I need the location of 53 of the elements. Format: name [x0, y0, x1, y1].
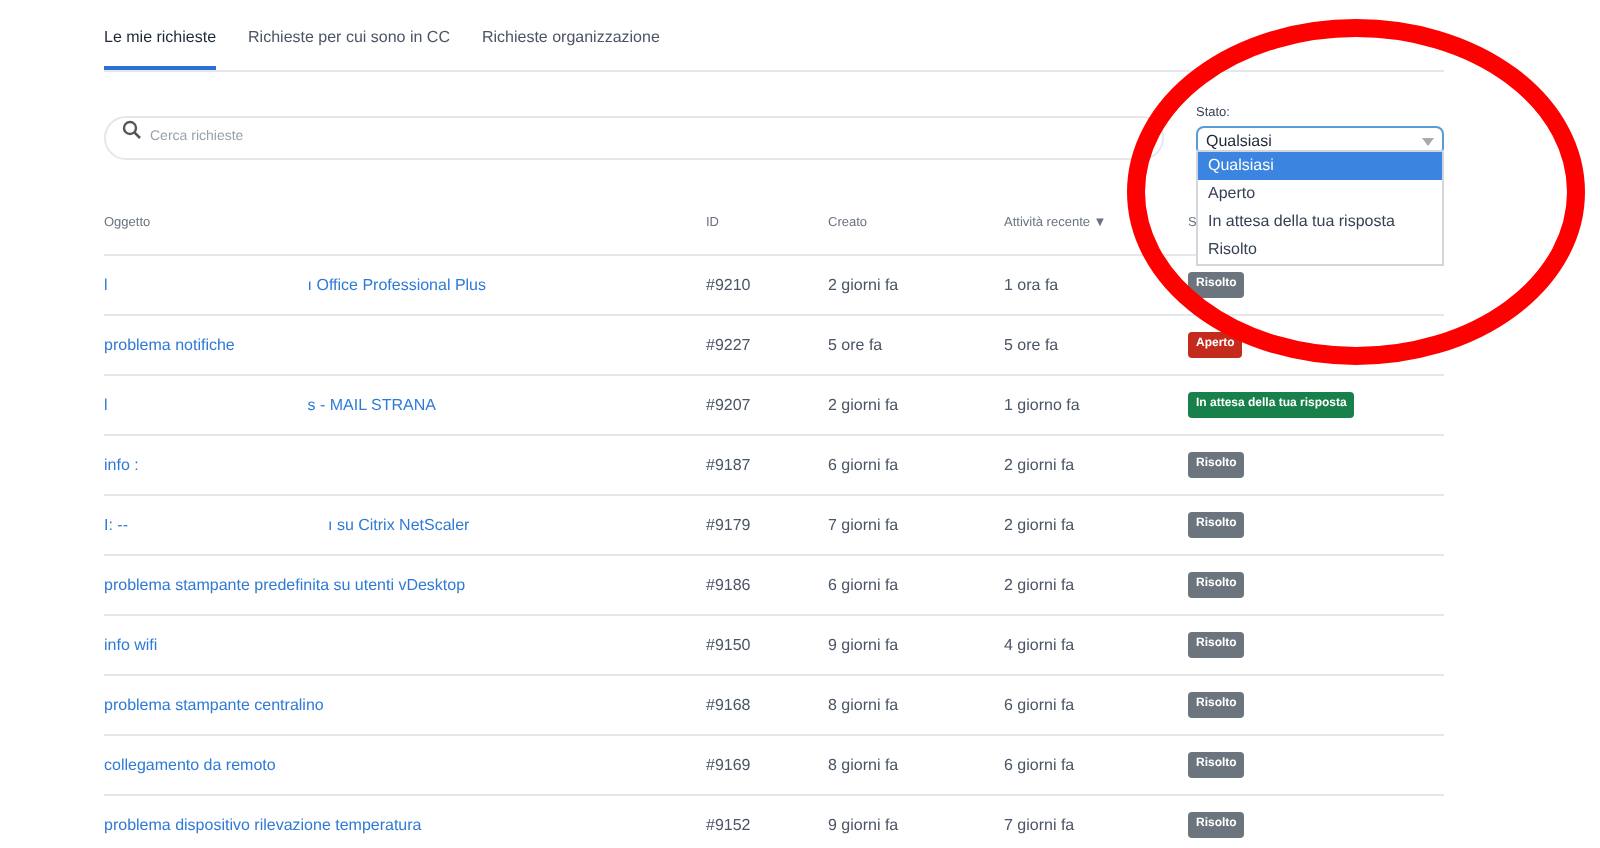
- tab[interactable]: Richieste organizzazione: [481, 26, 660, 70]
- subject-link[interactable]: l: [104, 393, 108, 417]
- id-cell-text: #9186: [706, 573, 753, 597]
- created-cell-text: 2 giorni fa: [828, 273, 901, 297]
- id-cell-text: #9207: [706, 393, 753, 417]
- activity-cell-text: 7 giorni fa: [1004, 813, 1077, 837]
- activity-cell-text: 2 giorni fa: [1004, 513, 1077, 537]
- subject-link[interactable]: ı Office Professional Plus: [307, 273, 487, 297]
- id-cell-text: #9169: [706, 753, 753, 777]
- subject-link[interactable]: s - MAIL STRANA: [307, 393, 436, 417]
- created-cell-text: 2 giorni fa: [828, 393, 901, 417]
- subject-link[interactable]: problema notifiche: [104, 333, 235, 357]
- activity-cell-text: 5 ore fa: [1004, 333, 1061, 357]
- subject-link[interactable]: ı su Citrix NetScaler: [328, 513, 470, 537]
- activity-cell-text: 6 giorni fa: [1004, 753, 1077, 777]
- created-cell-text: 9 giorni fa: [828, 813, 901, 837]
- dropdown-option[interactable]: Qualsiasi: [1198, 152, 1442, 181]
- activity-cell-text: 1 giorno fa: [1004, 393, 1082, 417]
- dropdown-option[interactable]: Aperto: [1198, 180, 1442, 209]
- subject-link[interactable]: problema stampante predefinita su utenti vDesktop: [104, 573, 466, 597]
- id-cell-text: #9152: [706, 813, 753, 837]
- search-icon: [122, 120, 142, 140]
- created-cell-text: 8 giorni fa: [828, 693, 901, 717]
- select-value: Qualsiasi: [1206, 129, 1272, 153]
- tab[interactable]: Le mie richieste: [104, 26, 217, 70]
- subject-link[interactable]: collegamento da remoto: [104, 753, 276, 777]
- id-cell-text: #9179: [706, 513, 753, 537]
- dropdown-option[interactable]: Risolto: [1198, 236, 1442, 265]
- id-cell-text: #9187: [706, 453, 753, 477]
- created-cell-text: 8 giorni fa: [828, 753, 901, 777]
- created-cell-text: 5 ore fa: [828, 333, 885, 357]
- activity-cell-text: 2 giorni fa: [1004, 453, 1077, 477]
- subject-link[interactable]: l: [104, 273, 108, 297]
- caret-icon: [1422, 137, 1434, 145]
- activity-cell-text: 6 giorni fa: [1004, 693, 1077, 717]
- created-cell-text: 7 giorni fa: [828, 513, 901, 537]
- created-cell-text: 9 giorni fa: [828, 633, 901, 657]
- subject-link[interactable]: problema stampante centralino: [104, 693, 324, 717]
- dropdown-option[interactable]: In attesa della tua risposta: [1198, 208, 1442, 237]
- activity-cell-text: 4 giorni fa: [1004, 633, 1077, 657]
- subject-link[interactable]: info :: [104, 453, 139, 477]
- id-cell-text: #9210: [706, 273, 753, 297]
- created-cell-text: 6 giorni fa: [828, 453, 901, 477]
- activity-cell-text: 1 ora fa: [1004, 273, 1061, 297]
- subject-link[interactable]: problema dispositivo rilevazione temperatura: [104, 813, 422, 837]
- activity-cell-text: 2 giorni fa: [1004, 573, 1077, 597]
- created-cell-text: 6 giorni fa: [828, 573, 901, 597]
- subject-link[interactable]: I: --: [104, 513, 128, 537]
- id-cell-text: #9150: [706, 633, 753, 657]
- tab[interactable]: Richieste per cui sono in CC: [248, 26, 450, 70]
- id-cell-text: #9168: [706, 693, 753, 717]
- subject-link[interactable]: info wifi: [104, 633, 158, 657]
- id-cell-text: #9227: [706, 333, 753, 357]
